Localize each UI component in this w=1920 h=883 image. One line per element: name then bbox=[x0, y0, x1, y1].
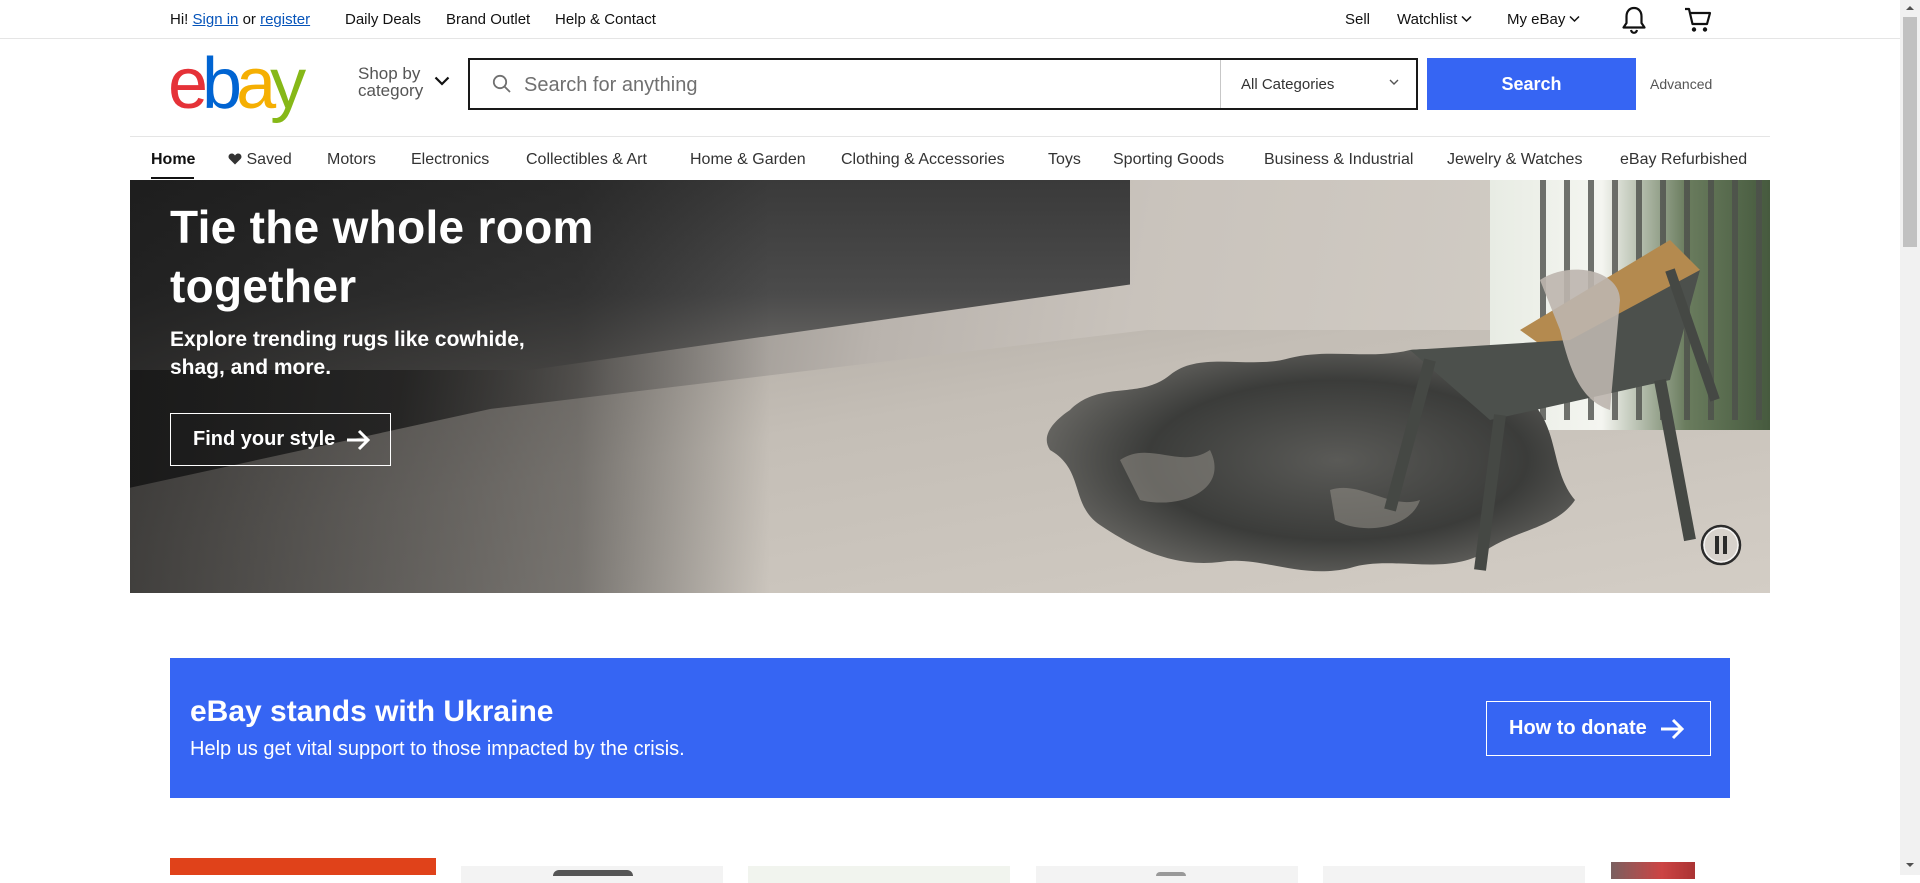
scroll-down-arrow-icon[interactable] bbox=[1905, 861, 1915, 869]
logo-letter-e: e bbox=[168, 44, 208, 124]
arrow-right-icon bbox=[347, 429, 371, 450]
find-your-style-button[interactable]: Find your style bbox=[170, 413, 391, 466]
category-nav: Home Saved Motors Electronics Collectibl… bbox=[130, 136, 1770, 181]
nav-collectibles-art[interactable]: Collectibles & Art bbox=[526, 151, 647, 169]
my-ebay-label: My eBay bbox=[1507, 11, 1566, 28]
nav-motors[interactable]: Motors bbox=[327, 151, 376, 169]
chevron-down-icon bbox=[1461, 16, 1472, 23]
nav-clothing-accessories[interactable]: Clothing & Accessories bbox=[841, 151, 1005, 169]
top-utility-bar: Hi! Sign in or register Daily Deals Bran… bbox=[0, 0, 1900, 39]
brand-outlet-link[interactable]: Brand Outlet bbox=[446, 11, 530, 28]
advanced-search-link[interactable]: Advanced bbox=[1650, 76, 1712, 92]
nav-saved[interactable]: Saved bbox=[228, 151, 292, 169]
chevron-down-icon bbox=[1569, 16, 1580, 23]
scroll-up-arrow-icon[interactable] bbox=[1905, 4, 1915, 12]
greeting: Hi! Sign in or register bbox=[170, 11, 310, 28]
nav-home[interactable]: Home bbox=[151, 151, 195, 169]
arrow-right-icon bbox=[1660, 718, 1684, 739]
logo-letter-a: a bbox=[236, 44, 276, 124]
heart-icon bbox=[228, 153, 242, 165]
ukraine-title: eBay stands with Ukraine bbox=[190, 695, 554, 728]
chair-image bbox=[1384, 240, 1720, 571]
card-image bbox=[1156, 872, 1186, 876]
hero-title: Tie the whole room together bbox=[170, 201, 594, 312]
chevron-down-icon bbox=[1389, 79, 1399, 85]
ukraine-subtitle: Help us get vital support to those impac… bbox=[190, 738, 685, 760]
search-bar: All Categories bbox=[468, 58, 1418, 110]
cart-icon[interactable] bbox=[1683, 5, 1713, 35]
hero-subtitle: Explore trending rugs like cowhide, shag… bbox=[170, 328, 525, 379]
card-image bbox=[553, 870, 633, 876]
search-input[interactable] bbox=[522, 69, 1166, 101]
promo-card[interactable] bbox=[1611, 862, 1695, 879]
sell-link[interactable]: Sell bbox=[1345, 11, 1370, 28]
active-tab-indicator bbox=[151, 177, 194, 179]
logo-letter-y: y bbox=[270, 44, 306, 124]
sign-in-link[interactable]: Sign in bbox=[193, 11, 239, 28]
ukraine-banner: eBay stands with Ukraine Help us get vit… bbox=[170, 658, 1730, 798]
ebay-logo[interactable]: ebay bbox=[168, 48, 318, 120]
pause-icon[interactable] bbox=[1700, 524, 1742, 566]
category-selected: All Categories bbox=[1241, 76, 1335, 93]
how-to-donate-button[interactable]: How to donate bbox=[1486, 701, 1711, 756]
help-contact-link[interactable]: Help & Contact bbox=[555, 11, 656, 28]
nav-jewelry-watches[interactable]: Jewelry & Watches bbox=[1447, 151, 1582, 169]
watchlist-label: Watchlist bbox=[1397, 11, 1458, 28]
nav-toys[interactable]: Toys bbox=[1048, 151, 1081, 169]
nav-electronics[interactable]: Electronics bbox=[411, 151, 489, 169]
nav-ebay-refurbished[interactable]: eBay Refurbished bbox=[1620, 151, 1747, 169]
shop-by-line1: Shop by bbox=[358, 64, 421, 83]
notification-bell-icon[interactable] bbox=[1620, 5, 1648, 35]
category-select[interactable]: All Categories bbox=[1220, 60, 1418, 108]
watchlist-menu[interactable]: Watchlist bbox=[1397, 11, 1472, 28]
daily-deals-link[interactable]: Daily Deals bbox=[345, 11, 421, 28]
find-your-style-label: Find your style bbox=[193, 428, 336, 450]
my-ebay-menu[interactable]: My eBay bbox=[1507, 11, 1580, 28]
promo-card[interactable] bbox=[170, 858, 436, 875]
nav-sporting-goods[interactable]: Sporting Goods bbox=[1113, 151, 1224, 169]
logo-letter-b: b bbox=[202, 44, 242, 124]
shop-by-line2: category bbox=[358, 81, 424, 100]
nav-saved-label: Saved bbox=[246, 151, 292, 168]
or-text: or bbox=[242, 11, 256, 28]
search-button[interactable]: Search bbox=[1427, 58, 1636, 110]
nav-home-garden[interactable]: Home & Garden bbox=[690, 151, 806, 169]
shop-by-category-button[interactable]: Shop by category bbox=[358, 65, 423, 99]
scrollbar-thumb[interactable] bbox=[1903, 17, 1917, 247]
nav-business-industrial[interactable]: Business & Industrial bbox=[1264, 151, 1413, 169]
search-icon bbox=[492, 74, 511, 93]
greeting-text: Hi! bbox=[170, 11, 189, 28]
chevron-down-icon[interactable] bbox=[434, 76, 450, 86]
register-link[interactable]: register bbox=[260, 11, 310, 28]
how-to-donate-label: How to donate bbox=[1509, 717, 1647, 739]
